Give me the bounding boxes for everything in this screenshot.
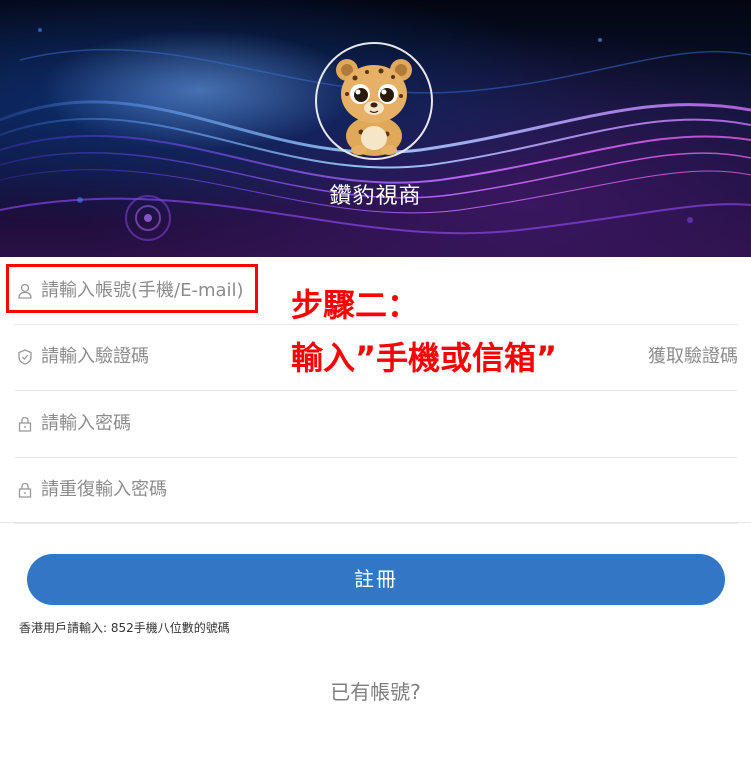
shield-icon	[16, 324, 34, 390]
register-button[interactable]: 註冊	[27, 554, 725, 605]
get-code-button[interactable]: 獲取驗證碼	[648, 324, 738, 390]
password-input[interactable]: 請輸入密碼	[41, 391, 131, 457]
lock-icon	[16, 457, 34, 523]
hk-user-hint: 香港用戶請輸入: 852手機八位數的號碼	[19, 621, 230, 635]
leopard-mascot-icon	[336, 59, 412, 156]
password-confirm-field[interactable]: 請重復輸入密碼	[14, 457, 738, 524]
header-banner: 鑽豹視商	[0, 0, 751, 257]
lock-icon	[16, 391, 34, 457]
annotation-instruction: 輸入”手機或信箱”	[291, 339, 558, 377]
brand-name: 鑽豹視商	[329, 184, 422, 209]
avatar	[315, 42, 433, 160]
annotation-step: 步驟二：	[291, 286, 420, 324]
divider	[0, 522, 751, 523]
verification-input[interactable]: 請輸入驗證碼	[41, 324, 149, 390]
password-field[interactable]: 請輸入密碼	[14, 391, 738, 458]
login-link[interactable]: 已有帳號?	[0, 676, 751, 705]
password-confirm-input[interactable]: 請重復輸入密碼	[41, 457, 167, 523]
highlight-box	[6, 264, 258, 313]
